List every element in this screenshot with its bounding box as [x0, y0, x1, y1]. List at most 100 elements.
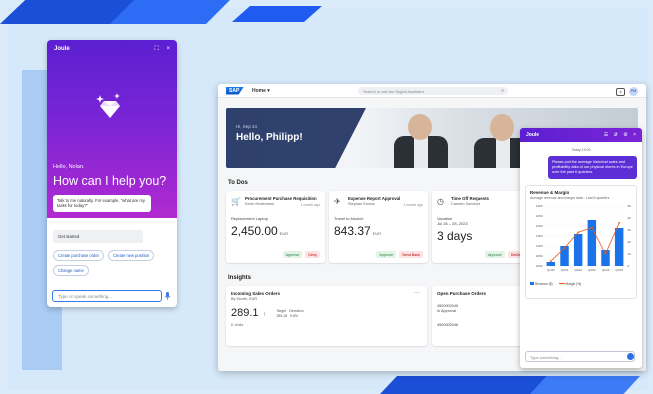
line-point — [618, 221, 621, 224]
home-menu[interactable]: Home ▾ — [252, 88, 270, 94]
y-tick-label: 1150 — [536, 234, 543, 238]
bar — [560, 245, 569, 266]
insight-title: Incoming Sales Orders — [231, 291, 281, 296]
todo-value: 843.37 — [334, 224, 371, 239]
todo-title: Time Off Requests — [451, 196, 489, 201]
joule-chat-title: Joule — [526, 132, 540, 138]
todo-value: 3 days — [437, 229, 473, 244]
bar — [601, 249, 610, 266]
y2-tick-label: 0 — [628, 264, 630, 268]
y2-tick-label: 10 — [628, 252, 632, 256]
clock-icon: ◷ — [437, 197, 444, 206]
chart-card[interactable]: Revenue & Margin Average revenue and mar… — [525, 184, 637, 299]
legend-item: Revenue ($) — [530, 281, 553, 286]
todo-person: Carmen Sanchez — [451, 202, 481, 206]
suggestion-create-purchase-order[interactable]: Create purchase order — [53, 250, 104, 261]
insight-card[interactable]: Incoming Sales Orders By Month, EUR 289.… — [226, 286, 427, 346]
trend-up-icon: ↑ — [262, 312, 266, 318]
cart-icon: 🛒 — [231, 197, 241, 206]
y-tick-label: 1300 — [536, 204, 543, 208]
chart-legend: Revenue ($) Margin (%) — [530, 281, 632, 286]
hero-person-illustration — [386, 108, 456, 168]
decor-banner — [530, 376, 640, 394]
joule-assistant-panel: Joule ⛶ × Hello, Nolan. How can I help y… — [47, 40, 177, 307]
user-message: Please pull the average historical sales… — [548, 156, 637, 179]
todo-title: Procurement Purchase Requisition — [245, 196, 317, 201]
y2-tick-label: 40 — [628, 216, 632, 220]
kpi-unit: K Units — [231, 323, 244, 327]
line-point — [590, 226, 593, 229]
chat-timestamp: Today 10:00 — [571, 148, 591, 152]
y-tick-label: 1050 — [536, 254, 543, 258]
more-options-icon[interactable]: ··· — [414, 290, 420, 296]
line-point — [549, 260, 552, 262]
search-input[interactable]: Search or ask the Digital Assistant ⌕ — [358, 87, 508, 95]
todo-title: Expense Report Approval — [348, 196, 401, 201]
line-point — [577, 231, 580, 234]
x-tick-label: Q4/22 — [588, 268, 596, 272]
todo-unit: EUR — [279, 231, 289, 237]
joule-greeting: Hello, Nolan. — [53, 164, 85, 170]
chart-subtitle: Average revenue and margin data - Last 6… — [530, 195, 610, 200]
joule-header: Joule ⛶ × — [47, 40, 177, 59]
todo-card[interactable]: ✈ Expense Report Approval Stephan Klonus… — [329, 191, 428, 263]
banner-date: Hi, Sep 24 — [236, 124, 258, 129]
decor-banner — [380, 376, 550, 394]
todo-card[interactable]: ◷ Time Off Requests Carmen Sanchez Vacat… — [432, 191, 531, 263]
suggestion-create-new-position[interactable]: Create new position — [107, 250, 155, 261]
joule-message-input[interactable]: Type or speak something... — [52, 290, 162, 302]
joule-chat-input[interactable]: Type something... — [525, 351, 635, 362]
joule-hero: Joule ⛶ × Hello, Nolan. How can I help y… — [47, 40, 177, 218]
close-icon[interactable]: × — [166, 46, 170, 52]
airplane-icon: ✈ — [334, 197, 341, 206]
todo-card[interactable]: 🛒 Procurement Purchase Requisition Kevin… — [226, 191, 325, 263]
todo-label: Travel to Munich — [334, 216, 364, 221]
todo-label: Replacement Laptop — [231, 216, 268, 221]
sort-icon[interactable]: ⇵ — [614, 132, 618, 138]
todo-date: 1 month ago — [403, 203, 423, 207]
y2-tick-label: 20 — [628, 240, 632, 244]
joule-chat-header: Joule ☰ ⇵ ⚙ × — [520, 128, 642, 142]
menu-icon[interactable]: ☰ — [604, 132, 608, 138]
insight-subtitle: By Month, EUR — [231, 297, 258, 301]
kpi-value: 289.1 — [231, 307, 259, 319]
todo-value: 2,450.00 — [231, 224, 278, 239]
approve-button[interactable]: Approve — [282, 251, 303, 258]
suggestion-change-name[interactable]: Change name — [53, 265, 89, 276]
y2-tick-label: 50 — [628, 204, 632, 208]
settings-icon[interactable]: ⚙ — [623, 132, 627, 138]
send-back-button[interactable]: Send Back — [399, 251, 423, 258]
joule-chat-panel: Joule ☰ ⇵ ⚙ × Today 10:00 Please pull th… — [520, 128, 642, 368]
x-tick-label: Q3/22 — [574, 268, 582, 272]
avatar[interactable]: PM — [629, 87, 638, 96]
expand-icon[interactable]: ⛶ — [155, 46, 159, 52]
y-tick-label: 1200 — [536, 224, 543, 228]
deny-button[interactable]: Deny — [305, 251, 320, 258]
close-icon[interactable]: × — [633, 132, 636, 138]
approve-button[interactable]: Approve — [484, 251, 505, 258]
help-icon[interactable]: ? — [616, 87, 625, 96]
approve-button[interactable]: Approve — [376, 251, 397, 258]
bar — [614, 227, 624, 266]
joule-help-heading: How can I help you? — [53, 174, 167, 188]
line-point — [563, 246, 566, 249]
microphone-icon[interactable] — [164, 292, 171, 300]
sap-logo[interactable]: SAP — [226, 86, 244, 95]
todo-unit: EUR — [372, 231, 382, 237]
shell-bar: SAP Home ▾ Search or ask the Digital Ass… — [218, 84, 646, 98]
line-point — [604, 252, 607, 255]
x-tick-label: Q1/23 — [602, 268, 610, 272]
y-tick-label: 1000 — [536, 264, 543, 268]
diamond-sparkle-icon — [96, 93, 120, 118]
joule-title: Joule — [54, 46, 70, 52]
get-started-option[interactable]: Get started — [53, 230, 143, 243]
joule-hint-bubble: Talk to me naturally. For example, "what… — [53, 195, 151, 212]
send-icon[interactable] — [627, 353, 634, 360]
kpi-target-deviation: Target Deviation 289.18 9.8% — [276, 309, 304, 318]
y2-tick-label: 30 — [628, 228, 632, 232]
todo-label: Vacation Jul 26 – 28, 2023 — [437, 216, 468, 227]
search-placeholder: Search or ask the Digital Assistant — [363, 89, 424, 94]
y-tick-label: 1100 — [536, 244, 543, 248]
x-tick-label: Q2/23 — [615, 268, 623, 272]
search-icon[interactable]: ⌕ — [501, 88, 504, 94]
